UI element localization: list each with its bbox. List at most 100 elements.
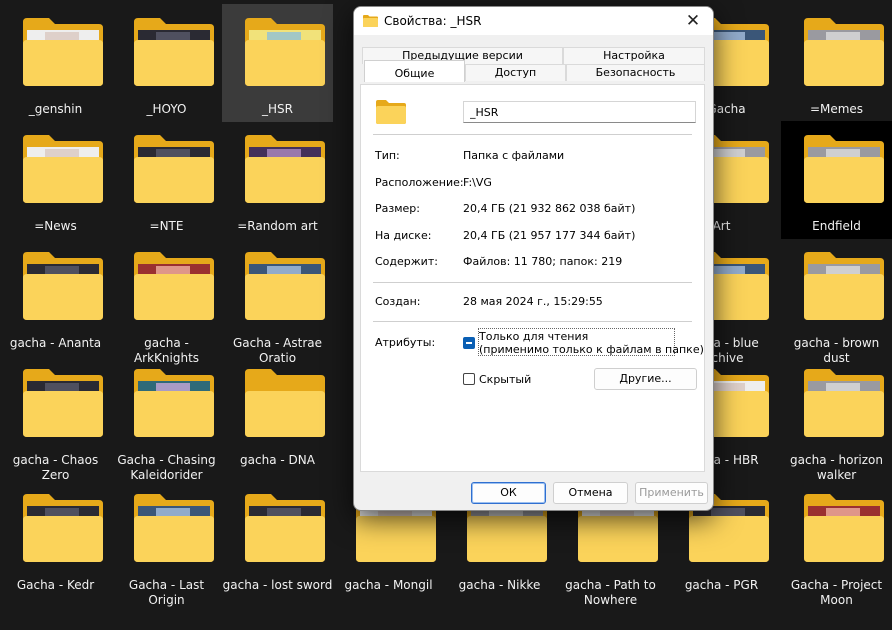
folder-icon (802, 492, 886, 564)
folder-icon (132, 367, 216, 439)
folder-icon (132, 250, 216, 322)
folder-item[interactable]: =Memes (781, 4, 892, 122)
close-icon: ✕ (685, 11, 701, 31)
folder-label: Gacha - Chasing Kaleidorider (117, 453, 216, 482)
folder-icon (243, 133, 327, 205)
folder-item[interactable]: Gacha - Kedr (0, 480, 111, 610)
folder-label: _HOYO (146, 102, 187, 116)
folder-label: gacha - lost sword (222, 578, 333, 592)
apply-button[interactable]: Применить (635, 482, 708, 504)
created-label: Создан: (375, 295, 421, 308)
folder-label: _genshin (28, 102, 83, 116)
folder-item[interactable]: =Random art (222, 121, 333, 239)
folder-item[interactable]: gacha - brown dust (781, 238, 892, 365)
tab-sharing[interactable]: Доступ (465, 64, 566, 81)
contains-value: Файлов: 11 780; папок: 219 (463, 255, 623, 268)
folder-item[interactable]: =NTE (111, 121, 222, 239)
created-value: 28 мая 2024 г., 15:29:55 (463, 295, 603, 308)
folder-label: gacha - Mongil (344, 578, 433, 592)
folder-icon (21, 16, 105, 88)
folder-label: =Memes (809, 102, 864, 116)
folder-item[interactable]: _HOYO (111, 4, 222, 122)
folder-label: gacha - Ananta (9, 336, 102, 350)
separator (373, 282, 692, 283)
folder-icon (243, 250, 327, 322)
readonly-note: (применимо только к файлам в папке) (479, 343, 704, 356)
folder-item[interactable]: =News (0, 121, 111, 239)
folder-item[interactable]: gacha - horizon walker (781, 355, 892, 482)
folder-icon (132, 16, 216, 88)
tab-security[interactable]: Безопасность (566, 64, 705, 81)
folder-label: gacha - Path to Nowhere (565, 578, 656, 607)
advanced-button[interactable]: Другие... (594, 368, 697, 390)
readonly-checkbox[interactable] (463, 337, 475, 349)
folder-label: gacha - DNA (240, 453, 315, 467)
folder-item[interactable]: Endfield (781, 121, 892, 239)
location-label: Расположение: (375, 176, 464, 189)
folder-icon (243, 492, 327, 564)
folder-item[interactable]: Gacha - Astrae Oratio (222, 238, 333, 365)
type-label: Тип: (375, 149, 400, 162)
folder-item[interactable]: Gacha - Project Moon (781, 480, 892, 610)
folder-item[interactable]: gacha - lost sword (222, 480, 333, 610)
dialog-title: Свойства: _HSR (384, 14, 482, 28)
size-on-disk-label: На диске: (375, 229, 432, 242)
tab-row-bottom: Общие Доступ Безопасность (362, 60, 705, 82)
folder-icon (21, 250, 105, 322)
folder-label: =NTE (149, 219, 184, 233)
folder-item[interactable]: _genshin (0, 4, 111, 122)
folder-label: =Random art (237, 219, 318, 233)
folder-item[interactable]: gacha - Ananta (0, 238, 111, 356)
folder-icon (21, 133, 105, 205)
ok-button[interactable]: ОК (471, 482, 546, 504)
folder-label: gacha - horizon walker (790, 453, 883, 482)
properties-dialog: Свойства: _HSR ✕ Предыдущие версии Настр… (353, 6, 714, 511)
folder-icon (243, 367, 327, 439)
folder-item[interactable]: gacha - Chaos Zero (0, 355, 111, 482)
folder-icon (363, 15, 378, 27)
dialog-titlebar[interactable]: Свойства: _HSR ✕ (354, 7, 713, 35)
folder-label: gacha - Chaos Zero (12, 453, 99, 482)
folder-label: Gacha - Last Origin (128, 578, 205, 607)
size-value: 20,4 ГБ (21 932 862 038 байт) (463, 202, 636, 215)
readonly-label: Только для чтения (479, 330, 589, 343)
folder-item[interactable]: Gacha - Last Origin (111, 480, 222, 610)
folder-item[interactable]: _HSR (222, 4, 333, 122)
type-value: Папка с файлами (463, 149, 565, 162)
hidden-checkbox[interactable] (463, 373, 475, 385)
folder-label: _HSR (262, 102, 293, 116)
tab-general[interactable]: Общие (364, 60, 465, 82)
hidden-label: Скрытый (479, 373, 532, 386)
cancel-button[interactable]: Отмена (553, 482, 628, 504)
folder-label: gacha - Nikke (458, 578, 541, 592)
close-button[interactable]: ✕ (673, 7, 713, 35)
folder-icon (802, 367, 886, 439)
folder-item[interactable]: gacha - DNA (222, 355, 333, 473)
folder-icon (376, 100, 406, 124)
folder-item[interactable]: Gacha - Chasing Kaleidorider (111, 355, 222, 482)
location-value: F:\VG (463, 176, 492, 189)
contains-label: Содержит: (375, 255, 438, 268)
folder-icon (802, 133, 886, 205)
folder-icon (132, 133, 216, 205)
folder-icon (243, 16, 327, 88)
folder-label: Endfield (812, 219, 861, 233)
folder-icon (132, 492, 216, 564)
folder-label: gacha - PGR (684, 578, 759, 592)
folder-label: Gacha - Project Moon (790, 578, 883, 607)
folder-label: =News (34, 219, 77, 233)
separator (373, 134, 692, 135)
separator (373, 321, 692, 322)
folder-label: Gacha - Kedr (16, 578, 95, 592)
general-panel: Тип: Папка с файлами Расположение: F:\VG… (360, 84, 705, 472)
tab-customize[interactable]: Настройка (563, 47, 705, 64)
size-label: Размер: (375, 202, 420, 215)
folder-icon (21, 367, 105, 439)
folder-icon (802, 250, 886, 322)
folder-name-input[interactable] (463, 101, 696, 123)
attributes-label: Атрибуты: (375, 336, 436, 349)
size-on-disk-value: 20,4 ГБ (21 957 177 344 байт) (463, 229, 636, 242)
folder-icon (802, 16, 886, 88)
folder-icon (21, 492, 105, 564)
folder-item[interactable]: gacha - ArkKnights (111, 238, 222, 365)
